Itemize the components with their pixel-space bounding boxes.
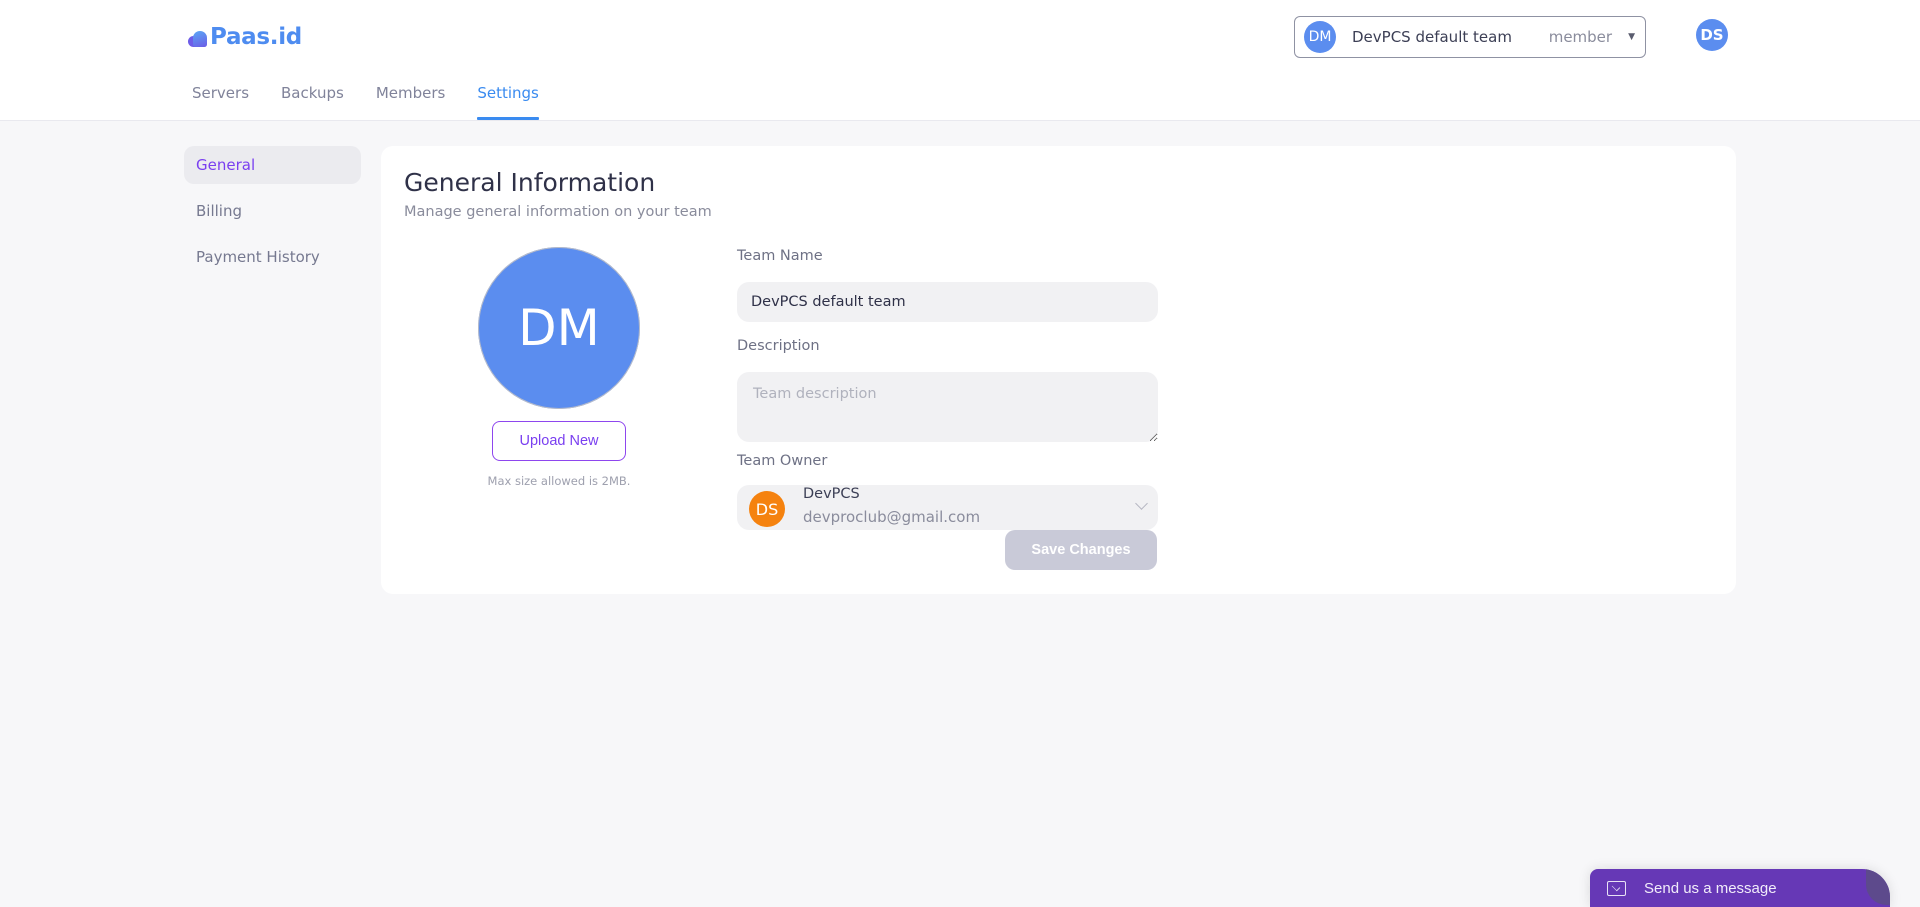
header-divider: [0, 120, 1920, 121]
tab-servers[interactable]: Servers: [192, 84, 249, 120]
settings-sidebar: General Billing Payment History: [184, 146, 361, 284]
team-avatar-large: DM: [478, 247, 640, 409]
team-settings-form: Team Name Description Team Owner DS DevP…: [737, 248, 1158, 530]
sidebar-item-payment-history[interactable]: Payment History: [184, 238, 361, 276]
team-name-label: Team Name: [737, 248, 823, 264]
team-avatar: DM: [1304, 21, 1336, 53]
team-owner-label: Team Owner: [737, 453, 828, 469]
tab-members[interactable]: Members: [376, 84, 446, 120]
team-name-input[interactable]: [737, 282, 1158, 322]
page-title: General Information: [404, 168, 656, 197]
description-textarea[interactable]: [737, 372, 1158, 442]
save-changes-button[interactable]: Save Changes: [1005, 530, 1157, 570]
team-role: member: [1548, 28, 1613, 46]
user-avatar[interactable]: DS: [1696, 19, 1728, 51]
page-subtitle: Manage general information on your team: [404, 204, 712, 220]
tab-settings[interactable]: Settings: [477, 84, 539, 120]
sidebar-item-billing[interactable]: Billing: [184, 192, 361, 230]
upload-size-hint: Max size allowed is 2MB.: [487, 474, 631, 488]
chat-widget-label: Send us a message: [1644, 879, 1777, 897]
tab-backups[interactable]: Backups: [281, 84, 344, 120]
general-information-card: General Information Manage general infor…: [381, 146, 1736, 594]
envelope-icon: [1607, 880, 1626, 896]
brand-name: Paas.id: [210, 24, 302, 50]
cloud-logo-icon: [188, 31, 208, 47]
sidebar-item-general[interactable]: General: [184, 146, 361, 184]
top-header: Paas.id Servers Backups Members Settings…: [0, 0, 1920, 120]
chat-widget-corner: [1866, 869, 1890, 905]
brand-logo[interactable]: Paas.id: [188, 22, 302, 52]
upload-new-button[interactable]: Upload New: [492, 421, 626, 461]
team-switcher-dropdown[interactable]: DM DevPCS default team member ▼: [1294, 16, 1646, 58]
team-name: DevPCS default team: [1352, 28, 1512, 46]
owner-avatar: DS: [749, 491, 785, 527]
chevron-down-icon: [1135, 497, 1148, 510]
main-nav: Servers Backups Members Settings: [192, 84, 571, 120]
chat-widget-button[interactable]: Send us a message: [1590, 869, 1890, 907]
chevron-down-icon: ▼: [1628, 32, 1635, 42]
description-label: Description: [737, 338, 820, 354]
owner-email: devproclub@gmail.com: [803, 508, 981, 526]
team-owner-select[interactable]: DS DevPCS devproclub@gmail.com: [737, 485, 1158, 530]
owner-name: DevPCS: [803, 486, 860, 502]
